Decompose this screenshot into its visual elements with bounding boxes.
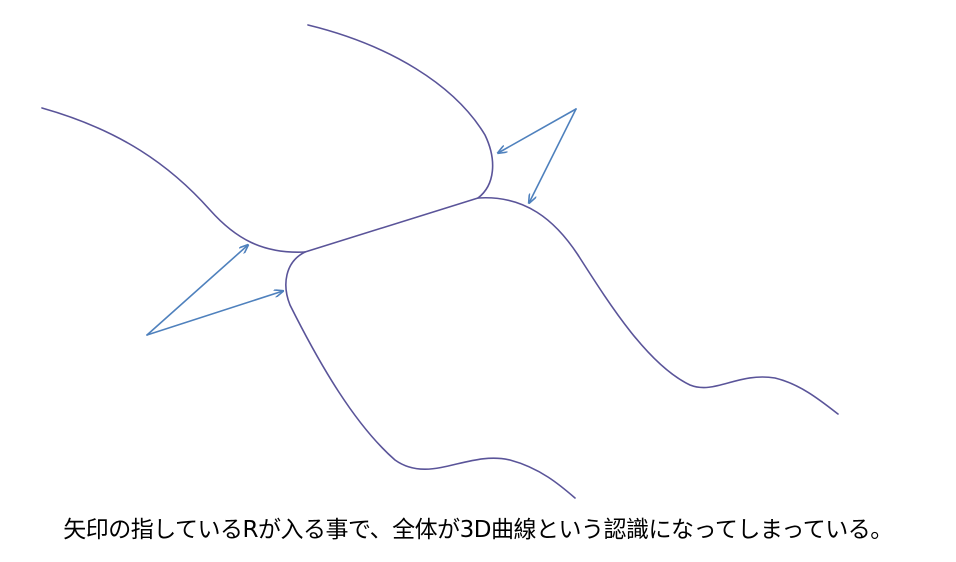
caption-text: 矢印の指しているRが入る事で、全体が3D曲線という認識になってしまっている。 [63, 517, 893, 543]
top-right-curve [307, 24, 494, 199]
top-left-curve [41, 107, 306, 253]
curve-diagram [41, 24, 839, 499]
center-straight-segment [304, 197, 479, 253]
right-curve [477, 197, 839, 415]
arrow-lower-left-b [146, 291, 283, 336]
bottom-left-curve [285, 251, 576, 499]
arrow-lower-left-a [146, 245, 248, 336]
